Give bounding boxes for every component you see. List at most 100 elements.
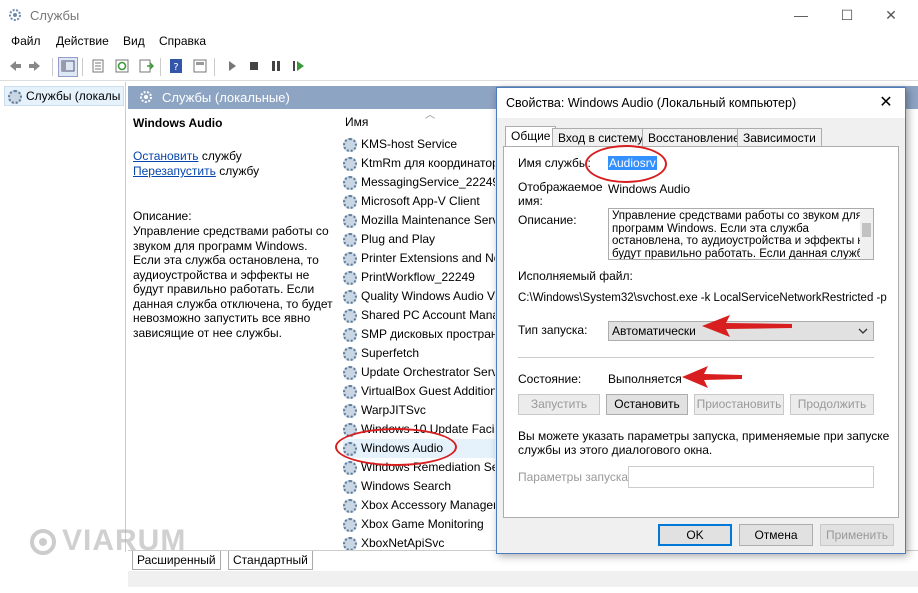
horizontal-scrollbar[interactable] <box>128 571 918 587</box>
tree-node-services-local[interactable]: Службы (локалы <box>4 86 124 106</box>
description-box[interactable]: Управление средствами работы со звуком д… <box>608 208 874 260</box>
console-tree-icon[interactable] <box>58 57 78 77</box>
menu-bar: Файл Действие Вид Справка <box>0 31 918 53</box>
pause-service-icon[interactable] <box>266 57 286 77</box>
window-title: Службы <box>30 8 80 23</box>
resume-button[interactable]: Продолжить <box>790 394 874 415</box>
service-gear-icon <box>343 346 357 361</box>
menu-help[interactable]: Справка <box>159 34 206 48</box>
service-gear-icon <box>343 327 357 342</box>
pause-button[interactable]: Приостановить <box>694 394 784 415</box>
description-line: данная служба отключена, то будет <box>133 296 333 311</box>
service-row-label: Mozilla Maintenance Serv <box>361 213 495 227</box>
dialog-close-icon[interactable]: ✕ <box>875 92 897 114</box>
annotation-arrow-state <box>682 366 742 388</box>
forward-arrow-icon[interactable] <box>26 57 46 77</box>
menu-action[interactable]: Действие <box>56 34 109 48</box>
service-row[interactable]: Mozilla Maintenance Serv <box>343 211 495 230</box>
tab-dependencies[interactable]: Зависимости <box>737 128 822 148</box>
properties-sheet-icon[interactable] <box>88 57 108 77</box>
service-row[interactable]: XboxNetApiSvc <box>343 534 495 550</box>
dialog-title: Свойства: Windows Audio (Локальный компь… <box>506 96 797 110</box>
service-gear-icon <box>343 365 357 380</box>
service-row-label: KMS-host Service <box>361 137 458 151</box>
cancel-button[interactable]: Отмена <box>739 524 813 546</box>
service-row[interactable]: Windows Search <box>343 477 495 496</box>
ok-button[interactable]: OK <box>658 524 732 546</box>
tab-standard[interactable]: Стандартный <box>228 551 313 570</box>
service-row[interactable]: Update Orchestrator Serv <box>343 363 495 382</box>
service-gear-icon <box>343 270 357 285</box>
stop-service-link[interactable]: Остановить <box>133 149 199 163</box>
service-gear-icon <box>343 536 357 550</box>
toolbar-separator <box>160 58 161 76</box>
service-row-label: XboxNetApiSvc <box>361 536 445 550</box>
service-row[interactable]: KMS-host Service <box>343 135 495 154</box>
minimize-icon[interactable]: — <box>786 4 816 26</box>
refresh-icon[interactable] <box>112 57 132 77</box>
service-row[interactable]: SMP дисковых простран <box>343 325 495 344</box>
description-line: будут правильно работать. Если данная сл… <box>612 247 870 260</box>
column-header-name[interactable]: Имя <box>345 115 368 129</box>
stop-button[interactable]: Остановить <box>606 394 688 415</box>
console-tree: Службы (локалы <box>0 82 126 552</box>
startup-params-input[interactable] <box>628 466 874 488</box>
service-row[interactable]: Quality Windows Audio V <box>343 287 495 306</box>
service-row[interactable]: MessagingService_22249 <box>343 173 495 192</box>
description-line: аудиоустройства и эффекты не <box>133 267 310 282</box>
content-header-title: Службы (локальные) <box>162 90 290 105</box>
show-hide-action-pane-icon[interactable] <box>190 57 210 77</box>
service-row-label: Xbox Accessory Manager <box>361 498 495 512</box>
service-row[interactable]: Superfetch <box>343 344 495 363</box>
service-row[interactable]: KtmRm для координатор <box>343 154 495 173</box>
help-icon[interactable]: ? <box>166 57 186 77</box>
description-scroll-thumb[interactable] <box>862 223 871 237</box>
description-label: Описание: <box>518 213 577 227</box>
dialog-titlebar: Свойства: Windows Audio (Локальный компь… <box>497 88 905 118</box>
service-row[interactable]: Printer Extensions and No <box>343 249 495 268</box>
description-line: Управление средствами работы со звуком д… <box>612 210 862 222</box>
service-row[interactable]: Xbox Game Monitoring <box>343 515 495 534</box>
menu-view[interactable]: Вид <box>123 34 145 48</box>
service-row[interactable]: Microsoft App-V Client <box>343 192 495 211</box>
service-row[interactable]: WarpJITSvc <box>343 401 495 420</box>
service-row-label: VirtualBox Guest Addition <box>361 384 495 398</box>
close-icon[interactable]: ✕ <box>876 4 906 26</box>
service-gear-icon <box>343 384 357 399</box>
service-row-label: KtmRm для координатор <box>361 156 495 170</box>
display-name-value[interactable]: Windows Audio <box>608 182 690 196</box>
annotation-ring-windows-audio <box>335 428 457 466</box>
service-row-label: Windows Search <box>361 479 452 493</box>
service-row-label: Superfetch <box>361 346 420 360</box>
service-gear-icon <box>343 194 357 209</box>
service-row[interactable]: Plug and Play <box>343 230 495 249</box>
description-line: программ Windows. Если эта служба <box>612 222 809 235</box>
apply-button[interactable]: Применить <box>820 524 894 546</box>
start-button[interactable]: Запустить <box>518 394 600 415</box>
service-row[interactable]: VirtualBox Guest Addition <box>343 382 495 401</box>
service-description-pane: Windows Audio Остановить службу Перезапу… <box>128 110 333 550</box>
service-gear-icon <box>343 403 357 418</box>
stop-service-icon[interactable] <box>244 57 264 77</box>
state-value: Выполняется <box>608 372 682 386</box>
service-row-label: SMP дисковых простран <box>361 327 495 341</box>
start-service-play-icon[interactable] <box>222 57 242 77</box>
restart-service-link[interactable]: Перезапустить <box>133 164 216 178</box>
service-gear-icon <box>343 308 357 323</box>
tab-recovery[interactable]: Восстановление <box>642 128 746 148</box>
service-gear-icon <box>343 251 357 266</box>
back-arrow-icon[interactable] <box>4 57 24 77</box>
service-row[interactable]: PrintWorkflow_22249 <box>343 268 495 287</box>
restart-service-icon[interactable] <box>288 57 308 77</box>
description-line: невозможно запустить все явно <box>133 311 311 325</box>
service-row-label: Shared PC Account Mana <box>361 308 495 322</box>
description-scrollbar[interactable] <box>860 209 873 259</box>
menu-file[interactable]: Файл <box>11 34 41 48</box>
services-gear-icon <box>138 89 154 108</box>
service-gear-icon <box>343 175 357 190</box>
maximize-icon[interactable]: ☐ <box>832 4 862 26</box>
export-list-icon[interactable] <box>136 57 156 77</box>
service-row[interactable]: Xbox Accessory Manager <box>343 496 495 515</box>
service-row[interactable]: Shared PC Account Mana <box>343 306 495 325</box>
description-line: Управление средствами работы со <box>133 224 329 238</box>
